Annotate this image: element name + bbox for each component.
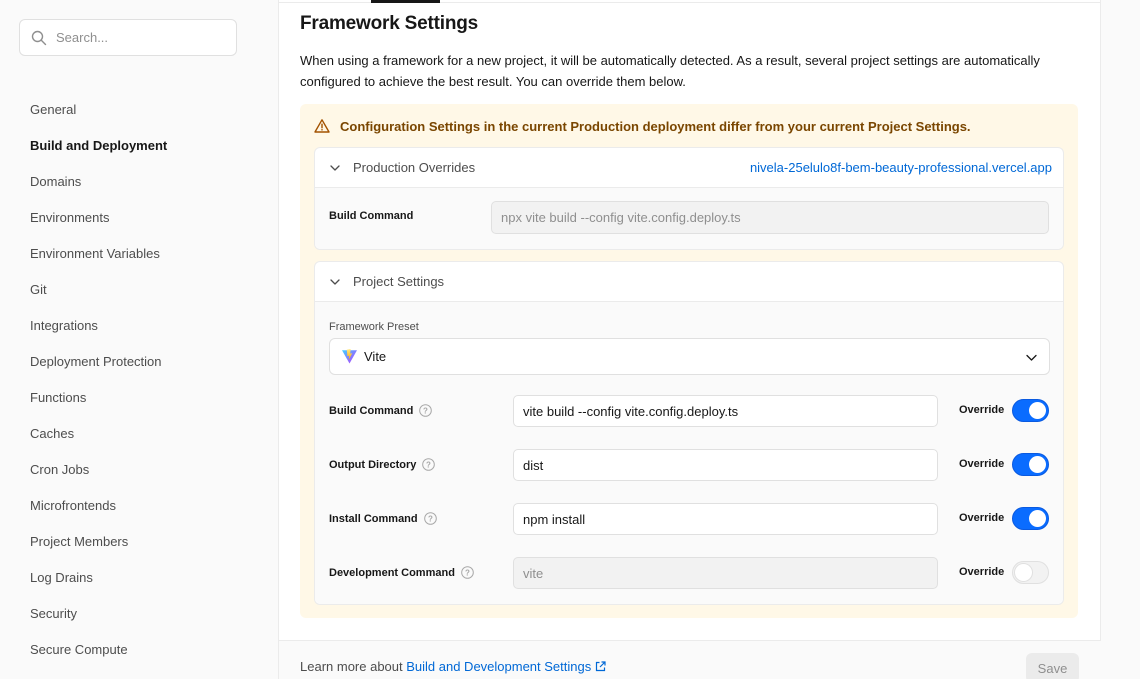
development-command-input[interactable]: vite — [513, 557, 938, 589]
sidebar-nav: General Build and Deployment Domains Env… — [30, 92, 167, 668]
prod-build-command-field: npx vite build --config vite.config.depl… — [491, 201, 1049, 234]
framework-preset-label: Framework Preset — [329, 321, 419, 333]
project-settings-label: Project Settings — [353, 274, 445, 289]
active-tab-indicator — [371, 0, 440, 3]
install-command-override-label: Override — [959, 512, 1005, 524]
deployment-link[interactable]: nivela-25elulo8f-bem-beauty-professional… — [750, 160, 1052, 175]
install-command-input[interactable]: npm install — [513, 503, 938, 535]
sidebar-item-secure-compute[interactable]: Secure Compute — [30, 632, 167, 668]
help-icon[interactable]: ? — [461, 566, 474, 579]
sidebar-item-environments[interactable]: Environments — [30, 200, 167, 236]
sidebar-item-microfrontends[interactable]: Microfrontends — [30, 488, 167, 524]
project-settings-body: Framework Preset Vite Build Command ? vi… — [315, 302, 1063, 604]
sidebar-item-caches[interactable]: Caches — [30, 416, 167, 452]
build-command-label: Build Command ? — [329, 404, 433, 417]
production-overrides-body: Build Command npx vite build --config vi… — [315, 188, 1063, 249]
section-description: When using a framework for a new project… — [300, 53, 1040, 89]
external-link-icon — [596, 661, 606, 672]
sidebar-item-domains[interactable]: Domains — [30, 164, 167, 200]
sidebar-item-git[interactable]: Git — [30, 272, 167, 308]
project-settings-panel: Project Settings Framework Preset Vite B… — [314, 261, 1064, 605]
warning-banner: Configuration Settings in the current Pr… — [314, 118, 971, 134]
svg-text:?: ? — [465, 568, 470, 577]
output-directory-override-toggle[interactable] — [1012, 453, 1049, 476]
framework-preset-select[interactable]: Vite — [329, 338, 1050, 375]
toggle-knob — [1029, 510, 1046, 527]
top-divider — [279, 0, 1101, 3]
development-command-override-label: Override — [959, 566, 1005, 578]
save-button[interactable]: Save — [1026, 653, 1079, 679]
development-command-label: Development Command ? — [329, 566, 474, 579]
output-directory-label-text: Output Directory — [329, 458, 417, 471]
warning-icon — [314, 119, 330, 133]
build-command-input[interactable]: vite build --config vite.config.deploy.t… — [513, 395, 938, 427]
help-icon[interactable]: ? — [423, 512, 437, 525]
toggle-knob — [1015, 564, 1032, 581]
sidebar-item-environment-variables[interactable]: Environment Variables — [30, 236, 167, 272]
section-title: Framework Settings — [300, 13, 479, 34]
sidebar-item-general[interactable]: General — [30, 92, 167, 128]
install-command-label: Install Command ? — [329, 512, 437, 525]
sidebar-item-functions[interactable]: Functions — [30, 380, 167, 416]
build-command-override-toggle[interactable] — [1012, 399, 1049, 422]
chevron-down-icon — [1026, 354, 1037, 361]
search-icon — [31, 30, 47, 45]
search-input[interactable]: Search... — [19, 19, 237, 56]
chevron-down-icon — [330, 164, 340, 171]
project-settings-header[interactable]: Project Settings — [315, 262, 1063, 302]
production-overrides-panel: Production Overrides nivela-25elulo8f-be… — [314, 147, 1064, 250]
search-placeholder: Search... — [56, 30, 109, 45]
framework-preset-value: Vite — [364, 349, 387, 364]
card-footer: Learn more about Build and Development S… — [279, 640, 1101, 679]
framework-settings-card: Framework Settings When using a framewor… — [279, 0, 1101, 679]
output-directory-input[interactable]: dist — [513, 449, 938, 481]
sidebar-item-build-and-deployment[interactable]: Build and Deployment — [30, 128, 167, 164]
learn-more-prefix: Learn more about — [300, 659, 407, 674]
sidebar-item-security[interactable]: Security — [30, 596, 167, 632]
sidebar-item-project-members[interactable]: Project Members — [30, 524, 167, 560]
development-command-override-toggle[interactable] — [1012, 561, 1049, 584]
sidebar-item-integrations[interactable]: Integrations — [30, 308, 167, 344]
install-command-label-text: Install Command — [329, 512, 418, 525]
build-command-override-label: Override — [959, 404, 1005, 416]
output-directory-label: Output Directory ? — [329, 458, 436, 471]
production-overrides-header[interactable]: Production Overrides nivela-25elulo8f-be… — [315, 148, 1063, 188]
learn-more-link[interactable]: Build and Development Settings — [406, 659, 591, 674]
sidebar-item-log-drains[interactable]: Log Drains — [30, 560, 167, 596]
toggle-knob — [1029, 456, 1046, 473]
learn-more-text: Learn more about Build and Development S… — [300, 659, 606, 674]
build-command-label-text: Build Command — [329, 404, 414, 417]
toggle-knob — [1029, 402, 1046, 419]
production-overrides-label: Production Overrides — [353, 160, 476, 175]
development-command-label-text: Development Command — [329, 566, 455, 579]
warning-text: Configuration Settings in the current Pr… — [340, 118, 971, 134]
settings-sidebar: Search... General Build and Deployment D… — [0, 0, 279, 679]
sidebar-item-cron-jobs[interactable]: Cron Jobs — [30, 452, 167, 488]
prod-build-command-label: Build Command — [329, 210, 414, 222]
vite-logo-icon — [342, 349, 357, 364]
chevron-down-icon — [330, 278, 340, 285]
sidebar-item-deployment-protection[interactable]: Deployment Protection — [30, 344, 167, 380]
svg-text:?: ? — [426, 460, 431, 469]
app-window: Search... General Build and Deployment D… — [0, 0, 1140, 679]
install-command-override-toggle[interactable] — [1012, 507, 1049, 530]
svg-text:?: ? — [428, 514, 433, 523]
output-directory-override-label: Override — [959, 458, 1005, 470]
warning-box: Configuration Settings in the current Pr… — [300, 104, 1078, 618]
help-icon[interactable]: ? — [419, 404, 433, 417]
help-icon[interactable]: ? — [422, 458, 436, 471]
svg-text:?: ? — [423, 406, 428, 415]
